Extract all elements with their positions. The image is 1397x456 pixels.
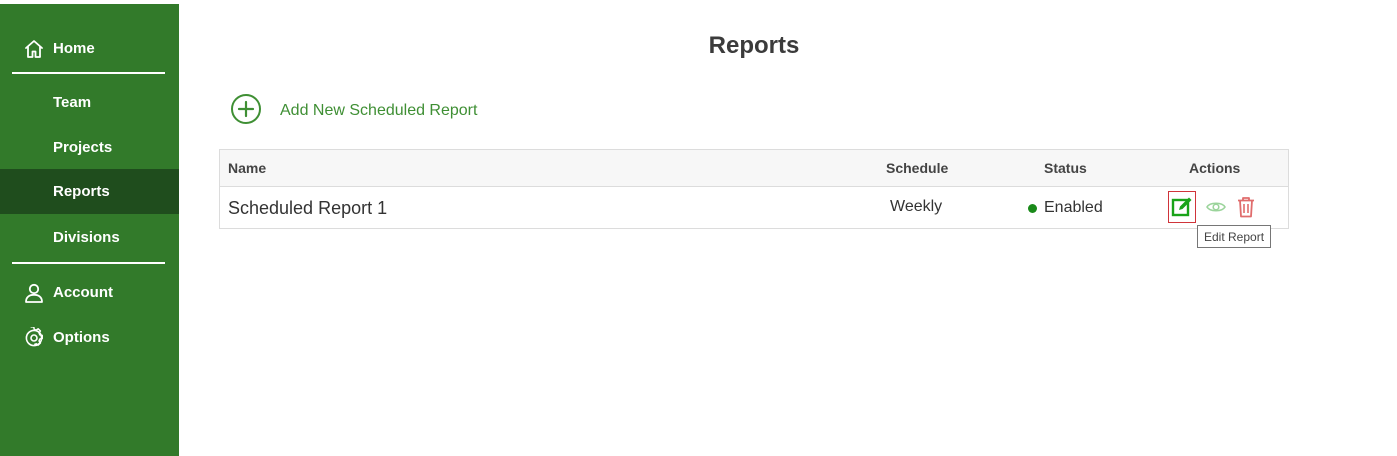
sidebar-item-divisions[interactable]: Divisions — [0, 215, 179, 260]
sidebar-item-account[interactable]: Account — [0, 270, 179, 315]
table-row: Scheduled Report 1 Weekly Enabled — [220, 187, 1288, 228]
report-name: Scheduled Report 1 — [228, 198, 388, 218]
sidebar-item-label: Account — [53, 284, 113, 301]
page-title: Reports — [708, 32, 800, 59]
sidebar-item-label: Divisions — [53, 229, 120, 246]
view-report-button[interactable] — [1204, 195, 1228, 219]
report-status: Enabled — [1044, 199, 1103, 216]
sidebar-item-label: Options — [53, 329, 110, 346]
sidebar-item-home[interactable]: Home — [0, 26, 179, 71]
add-scheduled-report-link[interactable]: Add New Scheduled Report — [230, 93, 478, 130]
status-indicator — [1028, 204, 1037, 213]
sidebar-item-options[interactable]: Options — [0, 315, 179, 360]
sidebar-divider — [12, 72, 165, 74]
user-icon — [23, 282, 45, 304]
sidebar-item-label: Reports — [53, 183, 110, 200]
home-icon — [23, 38, 45, 60]
sidebar-item-projects[interactable]: Projects — [0, 125, 179, 170]
sidebar-item-team[interactable]: Team — [0, 80, 179, 125]
sidebar-item-label: Team — [53, 94, 92, 111]
add-link-label: Add New Scheduled Report — [280, 102, 478, 119]
column-header-actions: Actions — [1189, 160, 1241, 176]
trash-icon — [1238, 197, 1254, 218]
edit-report-tooltip: Edit Report — [1197, 225, 1272, 248]
eye-icon — [1206, 202, 1226, 212]
edit-icon — [1171, 197, 1192, 217]
table-header: Name Schedule Status Actions — [220, 150, 1288, 187]
edit-report-button[interactable] — [1168, 191, 1196, 223]
column-header-status[interactable]: Status — [1044, 160, 1087, 176]
report-schedule: Weekly — [890, 198, 943, 215]
column-header-name[interactable]: Name — [228, 160, 266, 176]
sidebar-item-label: Home — [53, 40, 95, 57]
reports-table: Name Schedule Status Actions Scheduled R… — [219, 149, 1289, 229]
delete-report-button[interactable] — [1235, 194, 1257, 220]
plus-circle-icon — [230, 93, 262, 130]
sidebar-item-reports[interactable]: Reports — [0, 169, 179, 214]
sidebar-item-label: Projects — [53, 139, 113, 156]
column-header-schedule[interactable]: Schedule — [886, 160, 948, 176]
gear-icon — [23, 326, 45, 349]
sidebar: Home Team Projects Reports Divisions Acc… — [0, 4, 179, 456]
sidebar-divider — [12, 262, 165, 264]
